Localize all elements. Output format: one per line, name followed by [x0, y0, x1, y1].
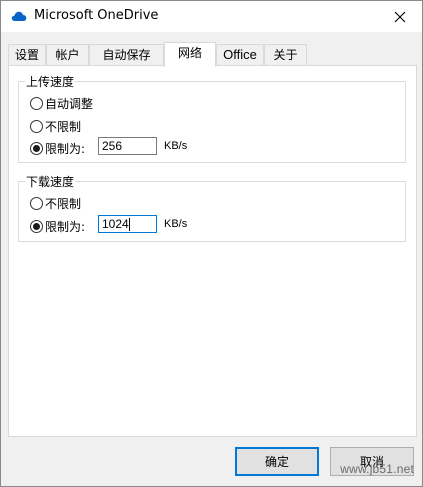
close-icon — [394, 11, 406, 22]
upload-unlimited-radio[interactable] — [30, 119, 43, 133]
site-watermark: www.jb51.net — [340, 462, 414, 476]
download-rate-group: 下载速度 不限制 限制为: 1024 KB/s — [18, 173, 406, 242]
tab-account[interactable]: 帐户 — [46, 44, 89, 65]
download-rate-title: 下载速度 — [25, 173, 76, 190]
download-unlimited-radio[interactable] — [30, 196, 43, 210]
download-limit-label: 限制为: — [45, 219, 86, 234]
upload-auto-radio[interactable] — [30, 96, 43, 110]
window-title: Microsoft OneDrive — [34, 8, 159, 23]
download-limit-value: 1024 — [102, 217, 129, 231]
upload-auto-label: 自动调整 — [45, 96, 94, 111]
upload-unlimited-option[interactable]: 不限制 — [30, 118, 81, 134]
onedrive-cloud-icon — [11, 11, 27, 21]
download-unlimited-option[interactable]: 不限制 — [30, 195, 81, 211]
tab-settings[interactable]: 设置 — [8, 44, 46, 65]
download-limit-option[interactable]: 限制为: — [30, 218, 85, 234]
title-bar: Microsoft OneDrive — [1, 1, 422, 32]
upload-limit-option[interactable]: 限制为: — [30, 140, 85, 156]
tab-about[interactable]: 关于 — [264, 44, 307, 65]
upload-unlimited-label: 不限制 — [45, 119, 82, 134]
upload-rate-title: 上传速度 — [25, 73, 76, 90]
download-limit-input[interactable]: 1024 — [98, 215, 157, 233]
download-unit-label: KB/s — [164, 218, 188, 230]
download-limit-radio[interactable] — [30, 219, 43, 233]
upload-limit-input[interactable]: 256 — [98, 137, 157, 155]
ok-button[interactable]: 确定 — [235, 447, 319, 476]
tab-office[interactable]: Office — [216, 44, 264, 65]
network-settings-panel: 上传速度 自动调整 不限制 限制为: 256 KB/s 下载速度 不限制 限制为… — [8, 65, 417, 437]
onedrive-settings-window: Microsoft OneDrive 设置 帐户 自动保存 网络 Office … — [0, 0, 423, 487]
upload-limit-label: 限制为: — [45, 141, 86, 156]
tab-autosave[interactable]: 自动保存 — [89, 44, 164, 65]
download-unlimited-label: 不限制 — [45, 196, 82, 211]
close-button[interactable] — [378, 1, 422, 32]
upload-limit-radio[interactable] — [30, 141, 43, 155]
upload-rate-group: 上传速度 自动调整 不限制 限制为: 256 KB/s — [18, 73, 406, 163]
tab-network[interactable]: 网络 — [164, 42, 216, 67]
text-caret — [128, 218, 130, 232]
upload-auto-option[interactable]: 自动调整 — [30, 95, 93, 111]
upload-unit-label: KB/s — [164, 140, 188, 152]
